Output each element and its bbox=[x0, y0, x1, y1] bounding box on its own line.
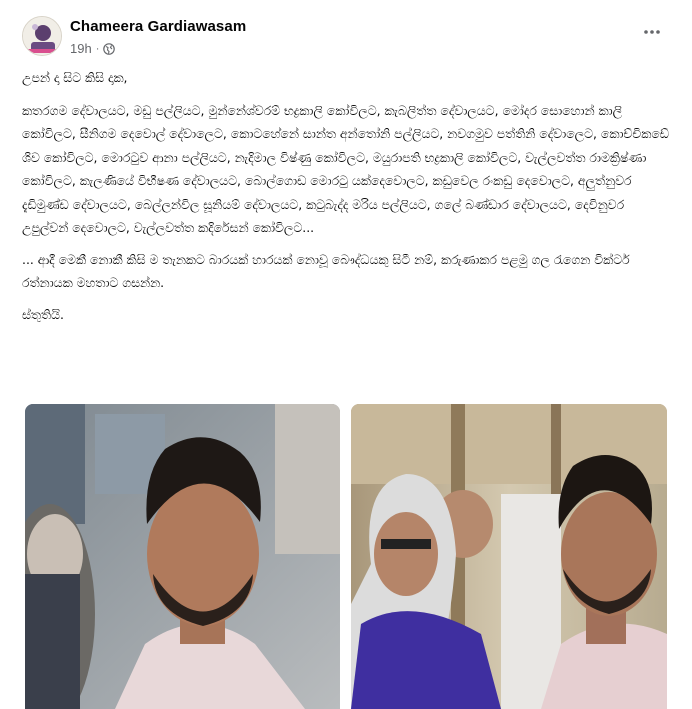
post-header: Chameera Gardiawasam 19h · bbox=[22, 14, 672, 60]
facebook-post: Chameera Gardiawasam 19h · උපන් දා සිට ක… bbox=[0, 0, 692, 709]
post-time[interactable]: 19h bbox=[70, 41, 92, 56]
author-name[interactable]: Chameera Gardiawasam bbox=[70, 18, 246, 35]
post-paragraph: ස්තුතියි. bbox=[22, 306, 64, 322]
globe-icon bbox=[103, 42, 116, 55]
author-avatar[interactable] bbox=[22, 16, 62, 56]
post-paragraph: උපන් දා සිට කිසි දාක, bbox=[22, 70, 128, 85]
photo-grid bbox=[25, 404, 667, 709]
post-paragraph: කතරගම දේවාලයට, මඩු පල්ලියට, මුන්නේශ්වරම්… bbox=[22, 102, 669, 236]
meta-separator: · bbox=[95, 42, 100, 55]
post-message: උපන් දා සිට කිසි දාක, කතරගම දේවාලයට, මඩු… bbox=[22, 66, 672, 334]
photo-young-man-closeup[interactable] bbox=[25, 404, 340, 709]
post-paragraph: ... ආදී මෙකී නොකී කිසි ම තැනකට බාරයක් හා… bbox=[22, 251, 630, 291]
post-meta: 19h · bbox=[70, 41, 116, 56]
photo-elderly-man-and-young-man[interactable] bbox=[351, 404, 667, 709]
more-options-icon[interactable] bbox=[640, 20, 664, 44]
